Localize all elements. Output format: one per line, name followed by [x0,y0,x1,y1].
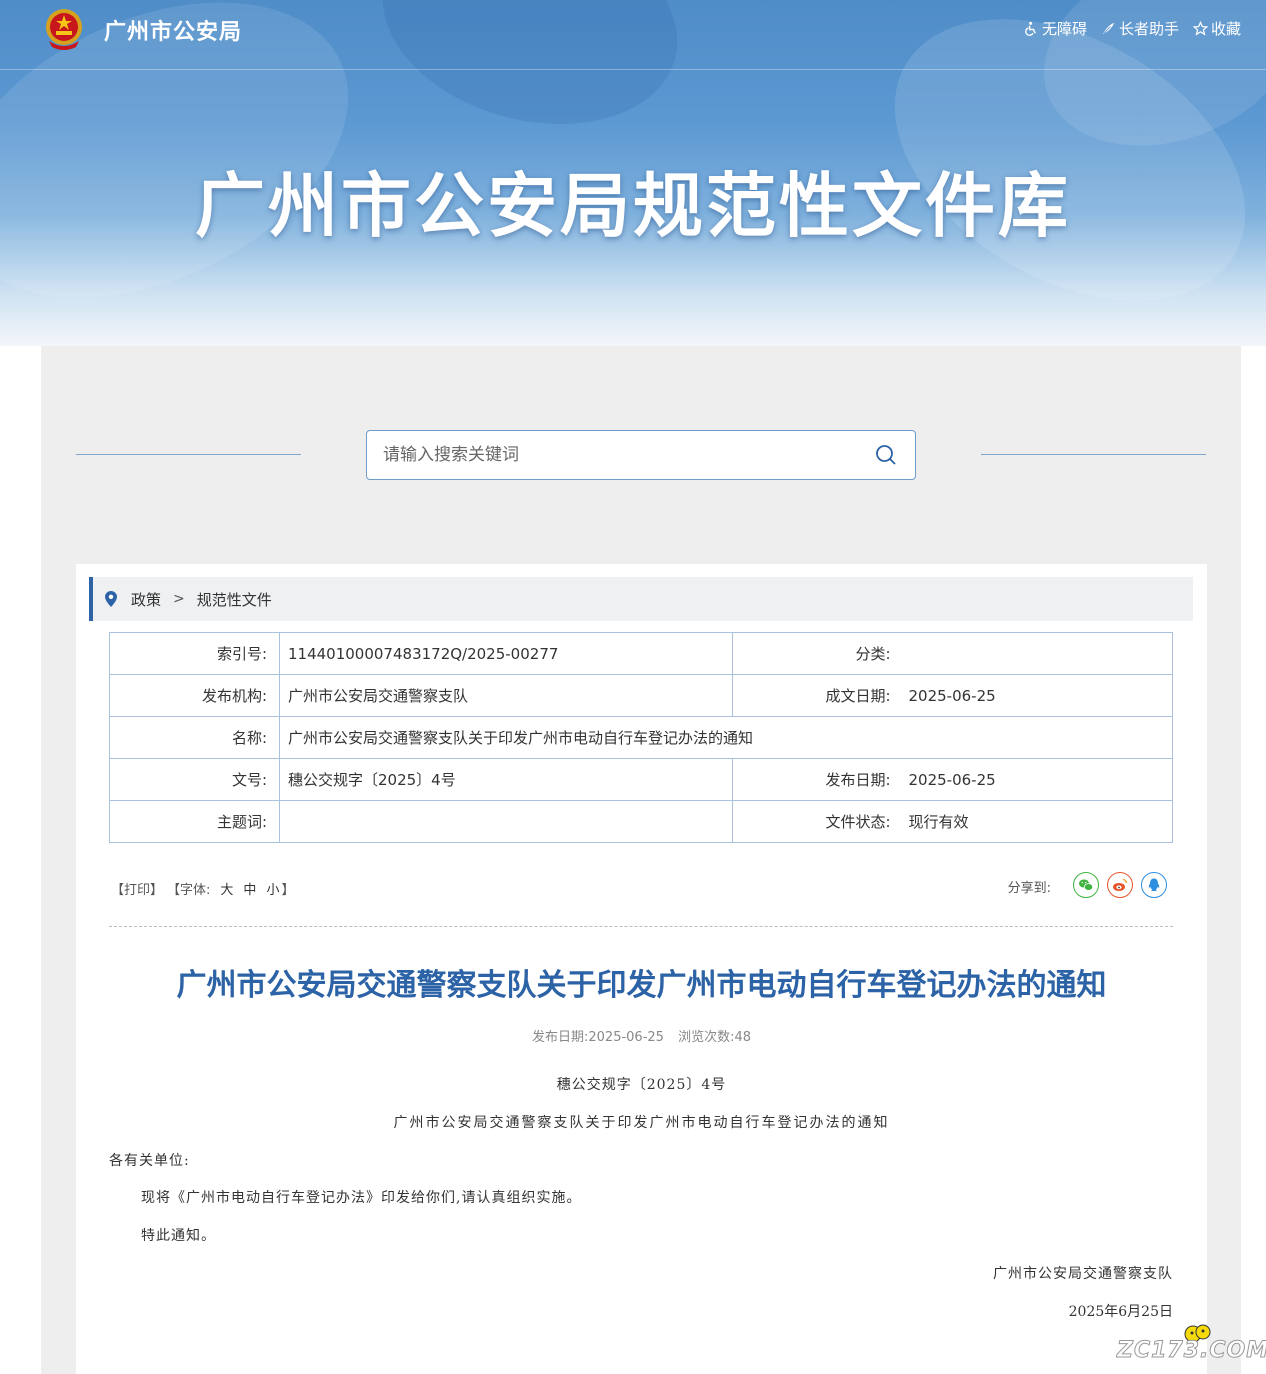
article-toolbar: 【打印】 【字体: 大 中 小 】 分享到: [109,872,1173,902]
written-date-label: 成文日期: [732,674,903,717]
search-divider-right [981,454,1206,455]
wechat-icon [1079,879,1094,891]
publish-date-value: 2025-06-25 [902,758,1173,801]
qq-icon [1148,878,1160,891]
category-label: 分类: [732,632,903,675]
article-date: 2025年6月25日 [1068,1304,1173,1320]
elder-helper-link[interactable]: 长者助手 [1101,18,1179,39]
star-icon [1192,21,1208,36]
views-label: 浏览次数: [678,1030,735,1045]
table-row: 文号: 穗公交规字〔2025〕4号 发布日期: 2025-06-25 [109,758,1173,801]
document-meta-table: 索引号: 11440100007483172Q/2025-00277 分类: 发… [109,632,1173,843]
banner-title: 广州市公安局规范性文件库 [195,165,1071,247]
print-font-tools: 【打印】 【字体: 大 中 小 】 [111,879,294,898]
article-subtitle: 广州市公安局交通警察支队关于印发广州市电动自行车登记办法的通知 [393,1115,890,1131]
table-row: 名称: 广州市公安局交通警察支队关于印发广州市电动自行车登记办法的通知 [109,716,1173,759]
breadcrumb: 政策 > 规范性文件 [89,577,1193,621]
elder-helper-label: 长者助手 [1118,20,1179,38]
keywords-label: 主题词: [109,800,280,843]
article-paragraph: 现将《广州市电动自行车登记办法》印发给你们,请认真组织实施。 [141,1190,582,1206]
search-divider-left [76,454,301,455]
status-label: 文件状态: [732,800,903,843]
share-weibo-button[interactable] [1107,872,1133,898]
views-count: 48 [734,1030,752,1045]
status-value: 现行有效 [902,800,1173,843]
share-bar: 分享到: [1008,872,1167,898]
doc-name-value: 广州市公安局交通警察支队关于印发广州市电动自行车登记办法的通知 [279,716,1173,759]
main-content: 政策 > 规范性文件 索引号: 11440100007483172Q/2025-… [41,346,1241,1374]
favorite-link[interactable]: 收藏 [1192,18,1241,39]
national-emblem-icon [46,9,82,50]
font-size-close: 】 [281,883,295,898]
location-pin-icon [105,591,117,607]
article-signature: 广州市公安局交通警察支队 [993,1266,1173,1282]
favorite-label: 收藏 [1210,20,1241,38]
article-title: 广州市公安局交通警察支队关于印发广州市电动自行车登记办法的通知 [176,968,1107,1003]
share-qq-button[interactable] [1141,872,1167,898]
publish-date-value: 2025-06-25 [588,1030,664,1045]
font-medium-button[interactable]: 中 [243,879,256,898]
document-card: 政策 > 规范性文件 索引号: 11440100007483172Q/2025-… [76,564,1207,1374]
breadcrumb-separator: > [173,591,185,607]
table-row: 发布机构: 广州市公安局交通警察支队 成文日期: 2025-06-25 [109,674,1173,717]
article-paragraph: 特此通知。 [141,1228,216,1244]
publisher-value: 广州市公安局交通警察支队 [279,674,733,717]
written-date-value: 2025-06-25 [902,674,1173,717]
table-row: 索引号: 11440100007483172Q/2025-00277 分类: [109,632,1173,675]
font-small-button[interactable]: 小 [266,879,279,898]
category-value [902,632,1173,675]
header-banner: 广州市公安局 无障碍 长者助手 收藏 广州市公安局规范性文件库 [0,0,1266,346]
article-salutation: 各有关单位: [109,1153,190,1169]
top-links: 无障碍 长者助手 收藏 [1024,18,1241,39]
index-no-label: 索引号: [109,632,280,675]
breadcrumb-policy[interactable]: 政策 [131,589,161,610]
watermark: ZC173.COM [1116,1322,1266,1372]
article-meta: 发布日期:2025-06-25 浏览次数:48 [76,1026,1207,1045]
site-name[interactable]: 广州市公安局 [104,14,242,46]
share-wechat-button[interactable] [1073,872,1099,898]
keywords-value [279,800,733,843]
accessibility-icon [1025,21,1036,36]
share-label: 分享到: [1007,880,1051,896]
doc-no-label: 文号: [109,758,280,801]
search-box [366,430,916,480]
table-row: 主题词: 文件状态: 现行有效 [109,800,1173,843]
accessibility-link[interactable]: 无障碍 [1024,18,1087,39]
watermark-text: ZC173.COM [1116,1338,1266,1364]
print-button[interactable]: 【打印】 [111,879,163,898]
publish-date-label: 发布日期: [531,1030,589,1045]
search-input[interactable] [367,431,857,479]
content-divider [109,926,1173,927]
accessibility-label: 无障碍 [1041,20,1087,38]
font-large-button[interactable]: 大 [220,879,233,898]
weibo-icon [1113,878,1128,891]
elder-helper-icon [1102,22,1115,35]
search-icon[interactable] [875,444,897,466]
top-bar: 广州市公安局 无障碍 长者助手 收藏 [0,0,1266,70]
doc-name-label: 名称: [109,716,280,759]
index-no-value: 11440100007483172Q/2025-00277 [279,632,733,675]
publisher-label: 发布机构: [109,674,280,717]
font-size-label: 【字体: [167,883,211,898]
breadcrumb-normative-docs[interactable]: 规范性文件 [197,589,272,610]
publish-date-label: 发布日期: [732,758,903,801]
article-doc-no: 穗公交规字〔2025〕4号 [556,1077,727,1093]
doc-no-value: 穗公交规字〔2025〕4号 [279,758,733,801]
